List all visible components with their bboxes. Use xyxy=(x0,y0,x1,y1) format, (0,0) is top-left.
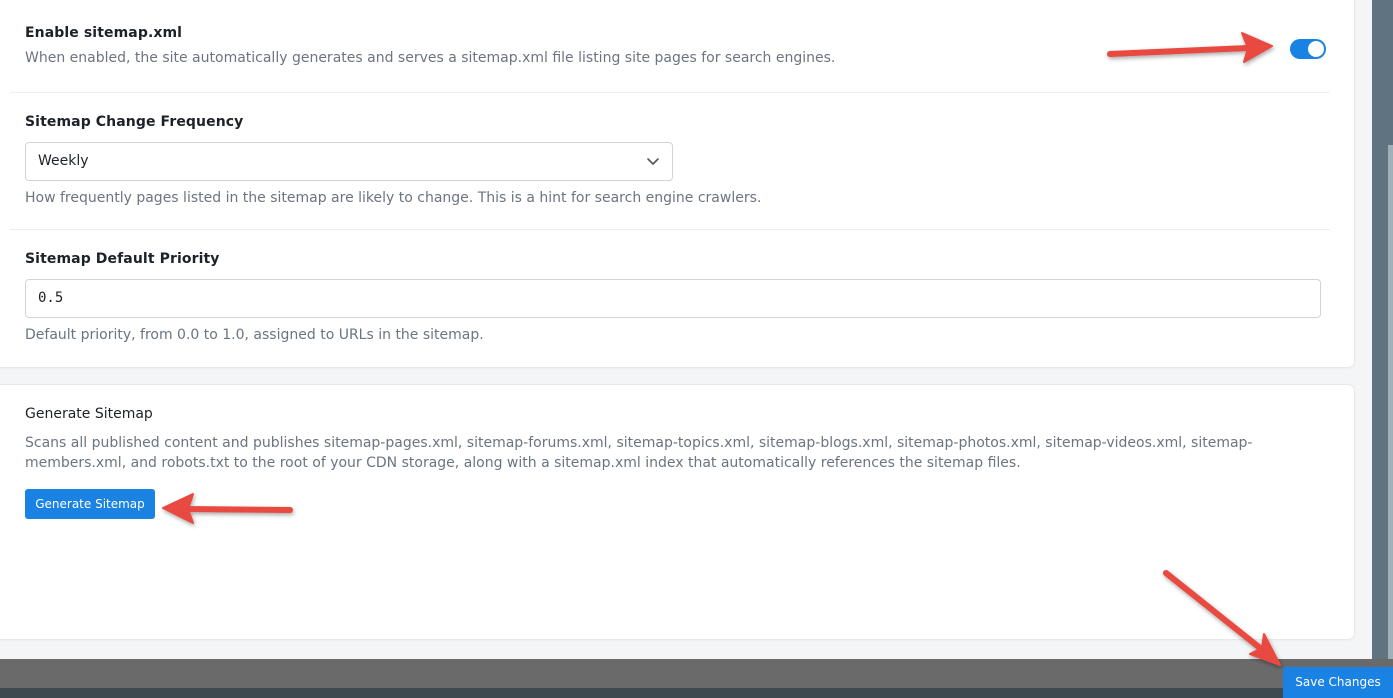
change-frequency-description: How frequently pages listed in the sitem… xyxy=(25,190,762,206)
divider xyxy=(10,92,1330,93)
chevron-down-icon xyxy=(647,158,659,165)
enable-sitemap-setting: Enable sitemap.xml When enabled, the sit… xyxy=(25,25,1331,66)
generate-sitemap-button[interactable]: Generate Sitemap xyxy=(25,489,155,519)
enable-sitemap-description: When enabled, the site automatically gen… xyxy=(25,50,836,66)
change-frequency-help: How frequently pages listed in the sitem… xyxy=(25,190,1331,206)
default-priority-input[interactable]: 0.5 xyxy=(25,279,1321,318)
footer-bar xyxy=(0,659,1393,698)
default-priority-help: Default priority, from 0.0 to 1.0, assig… xyxy=(25,327,1331,343)
default-priority-setting: Sitemap Default Priority xyxy=(25,251,1331,267)
footer-bar-bottom xyxy=(0,688,1393,698)
change-frequency-setting: Sitemap Change Frequency xyxy=(25,114,1331,130)
change-frequency-selected: Weekly xyxy=(38,153,89,169)
sitemap-settings-card: Enable sitemap.xml When enabled, the sit… xyxy=(0,0,1354,367)
change-frequency-select[interactable]: Weekly xyxy=(25,142,673,181)
save-changes-button[interactable]: Save Changes xyxy=(1283,667,1393,698)
default-priority-value: 0.5 xyxy=(38,290,64,306)
generate-sitemap-description: Scans all published content and publishe… xyxy=(25,435,1253,471)
scrollbar-thumb[interactable] xyxy=(1388,145,1393,665)
generate-sitemap-card: Generate Sitemap Scans all published con… xyxy=(0,385,1354,639)
change-frequency-title: Sitemap Change Frequency xyxy=(25,114,244,130)
enable-sitemap-title: Enable sitemap.xml xyxy=(25,25,183,41)
enable-sitemap-toggle[interactable] xyxy=(1290,39,1326,59)
default-priority-title: Sitemap Default Priority xyxy=(25,251,220,267)
toggle-knob xyxy=(1308,41,1324,57)
generate-sitemap-title: Generate Sitemap xyxy=(25,406,153,422)
scrollbar-track[interactable] xyxy=(1372,0,1393,698)
default-priority-description: Default priority, from 0.0 to 1.0, assig… xyxy=(25,327,484,343)
page: Enable sitemap.xml When enabled, the sit… xyxy=(0,0,1393,698)
divider xyxy=(10,229,1330,230)
